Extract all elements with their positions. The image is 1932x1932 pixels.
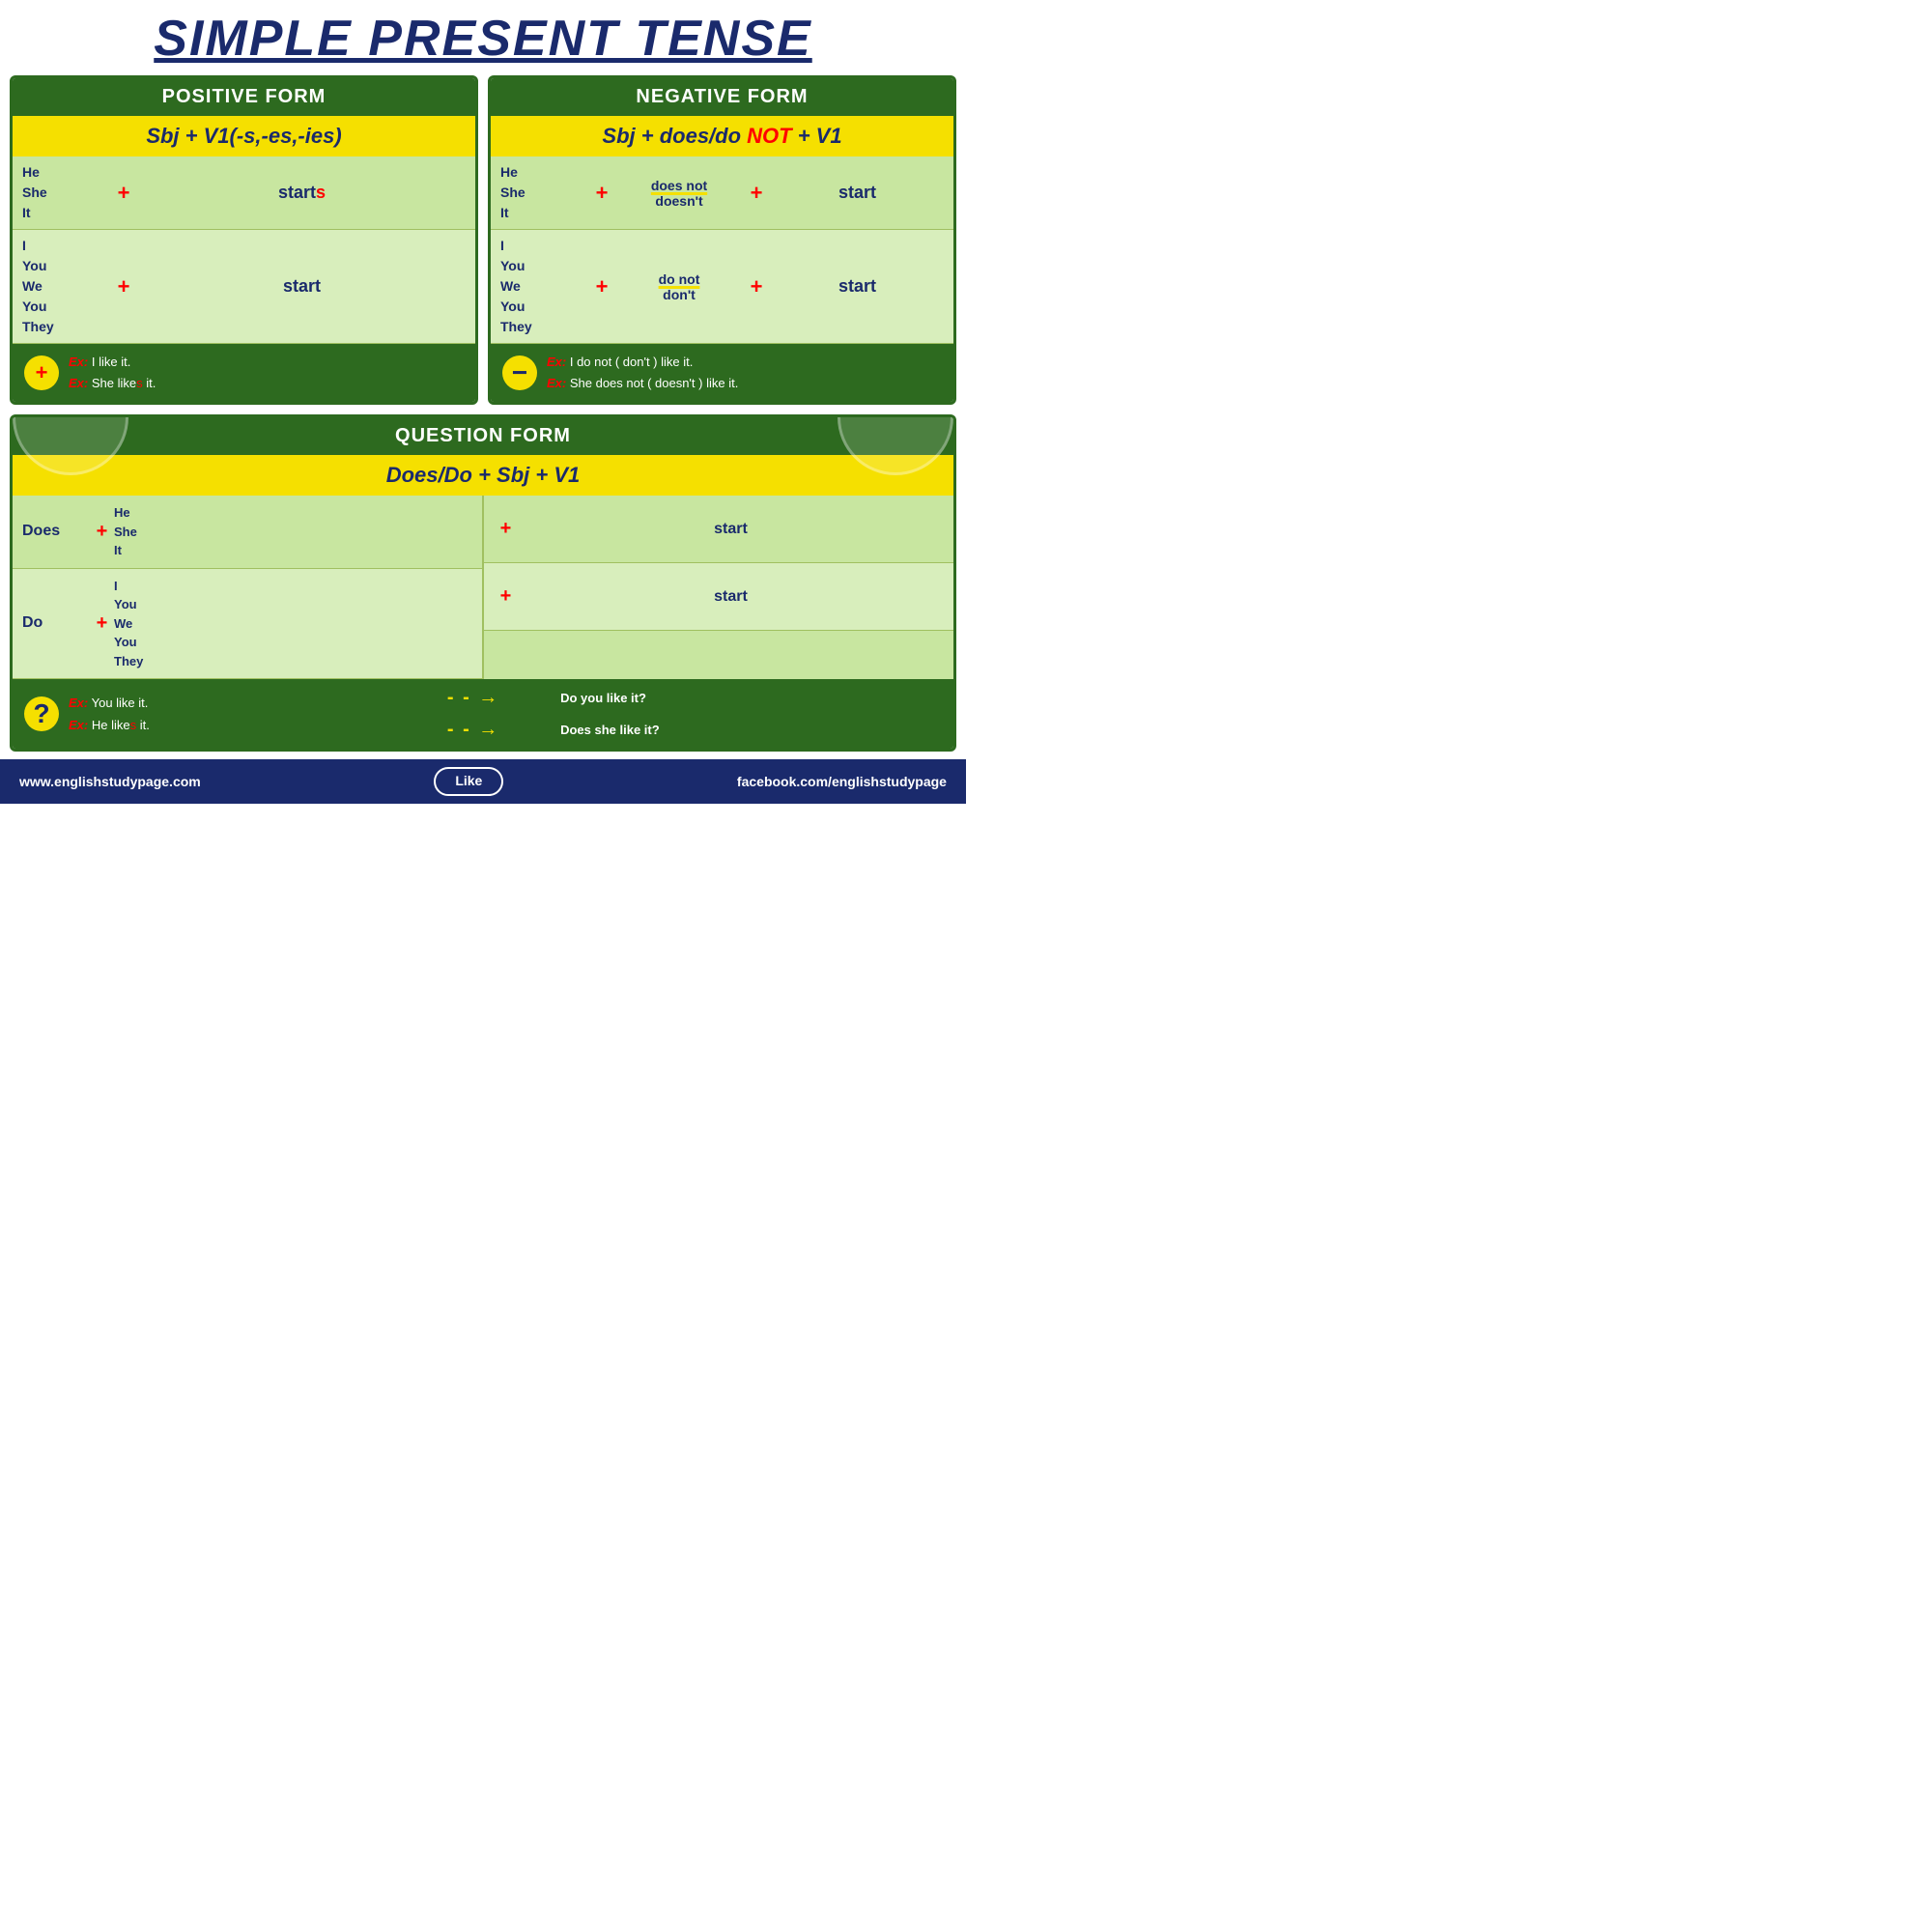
- positive-formula: Sbj + V1(-s,-es,-ies): [13, 116, 475, 156]
- q-does: Does: [22, 523, 90, 540]
- question-right: + start + start: [484, 496, 953, 679]
- neg-do-not: do not don't: [616, 271, 742, 302]
- negative-row-2: IYouWeYouThey + do not don't + start: [491, 230, 953, 344]
- footer-left: www.englishstudypage.com: [19, 774, 201, 789]
- negative-examples-text: Ex: I do not ( don't ) like it. Ex: She …: [547, 352, 738, 394]
- negative-row-1: HeSheIt + does not doesn't + start: [491, 156, 953, 230]
- question-row-1: Does + HeSheIt: [13, 496, 482, 569]
- question-row-r1: + start: [484, 496, 953, 563]
- neg-plus-2: +: [742, 181, 771, 206]
- positive-examples: + Ex: I like it. Ex: She likes it.: [13, 344, 475, 402]
- neg-verb-1: start: [771, 183, 944, 203]
- like-button[interactable]: Like: [434, 767, 503, 796]
- question-form-box: QUESTION FORM Does/Do + Sbj + V1 Does + …: [10, 414, 956, 752]
- q-plus-r1: +: [494, 518, 518, 540]
- question-answers: Do you like it? Does she like it?: [560, 691, 942, 737]
- question-examples-text: Ex: You like it. Ex: He likes it.: [69, 692, 386, 737]
- q-plus-r2: +: [494, 585, 518, 608]
- negative-formula: Sbj + does/do NOT + V1: [491, 116, 953, 156]
- question-row-r2: + start: [484, 563, 953, 631]
- verb-start: start: [138, 276, 466, 297]
- answer-2: Does she like it?: [560, 723, 942, 737]
- question-header: QUESTION FORM: [13, 417, 953, 455]
- q-verb-1: start: [518, 521, 944, 538]
- arrow-row-2: - - →: [447, 719, 499, 741]
- arrow-2: - - →: [447, 719, 499, 741]
- negative-badge: −: [502, 355, 537, 390]
- question-row-2: Do + IYouWeYouThey: [13, 569, 482, 680]
- subject-i-you-we: IYouWeYouThey: [22, 236, 109, 337]
- main-title: SIMPLE PRESENT TENSE: [0, 0, 966, 75]
- q-subj-2: IYouWeYouThey: [114, 577, 472, 671]
- arrow-1: - - →: [447, 687, 499, 709]
- verb-starts: starts: [138, 183, 466, 203]
- neg-does-not: does not doesn't: [616, 178, 742, 209]
- q-plus-1: +: [90, 521, 114, 543]
- question-badge: ?: [24, 696, 59, 731]
- negative-header: NEGATIVE FORM: [491, 78, 953, 116]
- arrow-row-1: - - →: [447, 687, 499, 709]
- footer-bar: www.englishstudypage.com Like facebook.c…: [0, 759, 966, 804]
- footer-right: facebook.com/englishstudypage: [737, 774, 947, 789]
- positive-row-1: HeSheIt + starts: [13, 156, 475, 230]
- question-formula: Does/Do + Sbj + V1: [13, 455, 953, 496]
- question-examples: ? Ex: You like it. Ex: He likes it. - - …: [13, 679, 953, 749]
- neg-verb-2: start: [771, 276, 944, 297]
- q-subj-1: HeSheIt: [114, 503, 472, 560]
- neg-subject-i-you-we: IYouWeYouThey: [500, 236, 587, 337]
- q-do: Do: [22, 614, 90, 632]
- positive-examples-text: Ex: I like it. Ex: She likes it.: [69, 352, 156, 394]
- positive-row-2: IYouWeYouThey + start: [13, 230, 475, 344]
- positive-header: POSITIVE FORM: [13, 78, 475, 116]
- positive-badge: +: [24, 355, 59, 390]
- q-plus-2: +: [90, 612, 114, 635]
- question-table: Does + HeSheIt Do + IYouWeYouThey + star…: [13, 496, 953, 679]
- neg-plus-1: +: [587, 181, 616, 206]
- question-left: Does + HeSheIt Do + IYouWeYouThey: [13, 496, 482, 679]
- arrow-area: - - → - - →: [396, 687, 551, 741]
- plus-1: +: [109, 181, 138, 206]
- neg-plus-3: +: [587, 274, 616, 299]
- subject-he-she-it: HeSheIt: [22, 162, 109, 223]
- neg-subject-he-she-it: HeSheIt: [500, 162, 587, 223]
- answer-1: Do you like it?: [560, 691, 942, 705]
- positive-form-box: POSITIVE FORM Sbj + V1(-s,-es,-ies) HeSh…: [10, 75, 478, 405]
- neg-plus-4: +: [742, 274, 771, 299]
- q-verb-2: start: [518, 588, 944, 606]
- plus-2: +: [109, 274, 138, 299]
- negative-form-box: NEGATIVE FORM Sbj + does/do NOT + V1 HeS…: [488, 75, 956, 405]
- negative-examples: − Ex: I do not ( don't ) like it. Ex: Sh…: [491, 344, 953, 402]
